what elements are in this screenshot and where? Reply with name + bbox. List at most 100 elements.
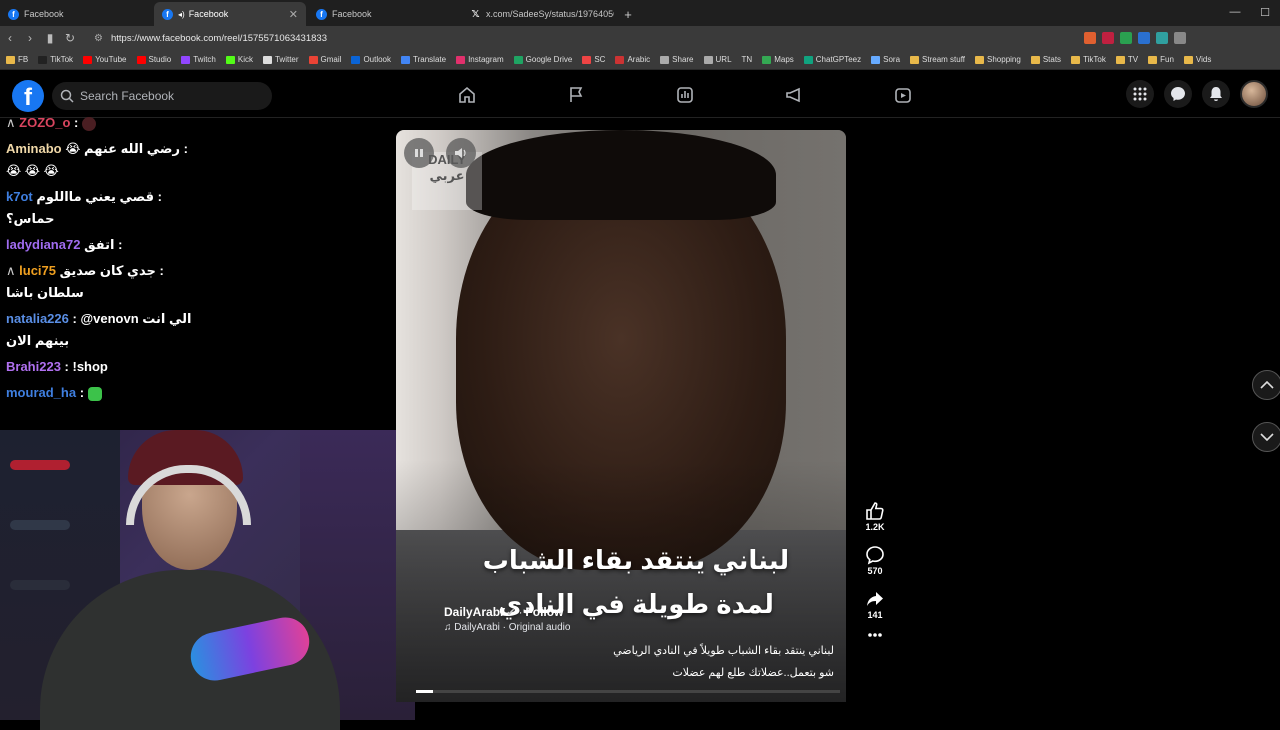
bookmark-item[interactable]: Sora <box>871 55 900 64</box>
share-icon <box>660 55 670 64</box>
folder-icon <box>1071 55 1081 64</box>
extension-icon[interactable] <box>1138 32 1150 44</box>
reel-description: لبناني ينتقد بقاء الشباب طويلاً في الناد… <box>534 640 834 684</box>
bookmark-item[interactable]: Stream stuff <box>910 55 965 64</box>
close-tab-icon[interactable]: ✕ <box>289 8 298 21</box>
owner-name[interactable]: DailyArabi <box>444 605 503 619</box>
bookmark-item[interactable]: TN <box>742 55 753 64</box>
emote-icon <box>87 386 102 401</box>
browser-tab-active[interactable]: f ◂) Facebook ✕ <box>154 2 306 26</box>
messenger-button[interactable] <box>1164 80 1192 108</box>
profile-avatar[interactable] <box>1240 80 1268 108</box>
pages-tab[interactable] <box>521 82 630 108</box>
extensions-bar <box>1084 32 1186 44</box>
extension-icon[interactable] <box>1120 32 1132 44</box>
brave-shield-icon[interactable] <box>1084 32 1096 44</box>
previous-reel-button[interactable] <box>1252 370 1280 400</box>
extension-icon[interactable] <box>1102 32 1114 44</box>
forward-icon[interactable]: › <box>20 28 40 48</box>
bookmark-item[interactable]: Twitch <box>181 55 216 64</box>
maximize-icon[interactable]: ☐ <box>1250 0 1280 24</box>
bookmark-item[interactable]: Gmail <box>308 55 341 64</box>
menu-button[interactable] <box>1126 80 1154 108</box>
bookmark-item[interactable]: Translate <box>401 55 446 64</box>
description-line: لبناني ينتقد بقاء الشباب طويلاً في الناد… <box>613 645 834 657</box>
maps-icon <box>762 55 772 64</box>
bookmark-item[interactable]: URL <box>703 55 732 64</box>
pause-button[interactable] <box>404 138 434 168</box>
bookmark-item[interactable]: TikTok <box>38 55 73 64</box>
bookmark-item[interactable]: Outlook <box>351 55 391 64</box>
bookmark-item[interactable]: FB <box>6 55 28 64</box>
reel-actions: 1.2K 570 141 <box>856 500 894 650</box>
stream-chat: ∧ ZOZO_o : Aminabo : رضي الله عنهم 😭 😭 😭… <box>0 110 200 401</box>
facebook-logo[interactable]: f <box>12 80 44 112</box>
campaigns-tab[interactable] <box>739 82 848 108</box>
mute-button[interactable] <box>446 138 476 168</box>
bookmark-item[interactable]: Arabic <box>615 55 650 64</box>
bookmark-item[interactable]: Vids <box>1183 55 1211 64</box>
video-tab[interactable] <box>848 82 957 108</box>
back-icon[interactable]: ‹ <box>0 28 20 48</box>
bookmark-item[interactable]: Fun <box>1148 55 1174 64</box>
home-tab[interactable] <box>412 82 521 108</box>
browser-tab[interactable]: f Facebook <box>308 2 460 26</box>
bookmark-item[interactable]: ChatGPTeez <box>803 55 861 64</box>
search-input[interactable] <box>80 89 250 103</box>
bookmark-item[interactable]: Shopping <box>975 55 1021 64</box>
bookmark-item[interactable]: Google Drive <box>513 55 572 64</box>
bookmark-item[interactable]: Stats <box>1030 55 1061 64</box>
browser-tab[interactable]: 𝕏x.com/SadeeSy/status/19764056591 <box>462 2 614 26</box>
follow-button[interactable]: Follow <box>525 605 563 619</box>
chat-message: Aminabo : رضي الله عنهم 😭 😭 😭 😭 <box>0 136 200 184</box>
like-button[interactable]: 1.2K <box>864 500 886 532</box>
bookmark-item[interactable]: Kick <box>225 55 253 64</box>
bookmark-item[interactable]: SC <box>582 55 605 64</box>
address-bar[interactable]: ⚙ https://www.facebook.com/reel/15755710… <box>88 28 1068 48</box>
browser-tab[interactable]: f Facebook <box>0 2 152 26</box>
reload-icon[interactable]: ↻ <box>60 28 80 48</box>
bookmark-item[interactable]: Instagram <box>456 55 504 64</box>
site-settings-icon[interactable]: ⚙ <box>94 33 103 44</box>
notifications-button[interactable] <box>1202 80 1230 108</box>
chat-message: k7ot : قصي يعني مااللوم حماس؟ <box>0 184 200 232</box>
emote-icon <box>82 116 97 131</box>
extension-icon[interactable] <box>1156 32 1168 44</box>
bookmark-item[interactable]: Studio <box>136 55 171 64</box>
youtube-studio-icon <box>136 55 146 64</box>
bookmark-icon[interactable]: ▮ <box>40 28 60 48</box>
new-tab-button[interactable]: + <box>616 2 640 26</box>
bookmark-item[interactable]: TV <box>1115 55 1138 64</box>
search-box[interactable] <box>52 82 272 110</box>
chat-message: mourad_ha : <box>0 380 200 406</box>
bookmark-item[interactable]: Maps <box>762 55 794 64</box>
youtube-icon <box>83 55 93 64</box>
video-progress-bar[interactable] <box>416 690 840 693</box>
url-icon <box>703 55 713 64</box>
bookmark-item[interactable]: TikTok <box>1071 55 1106 64</box>
bookmark-item[interactable]: YouTube <box>83 55 127 64</box>
puzzle-icon[interactable] <box>1174 32 1186 44</box>
folder-icon <box>6 55 15 64</box>
shelf-item <box>10 580 70 590</box>
comment-button[interactable]: 570 <box>864 544 886 576</box>
grid-menu-icon <box>1133 87 1147 101</box>
minimize-icon[interactable]: — <box>1220 0 1250 24</box>
chat-message: Brahi223 : !shop <box>0 354 200 380</box>
x-icon: 𝕏 <box>471 8 480 20</box>
share-button[interactable]: 141 <box>864 588 886 620</box>
video-icon <box>894 88 911 103</box>
next-reel-button[interactable] <box>1252 422 1280 452</box>
folder-icon <box>910 55 920 64</box>
bookmark-item[interactable]: Share <box>660 55 694 64</box>
facebook-icon: f <box>8 8 19 20</box>
bookmark-item[interactable]: Twitter <box>262 55 299 64</box>
reel-video[interactable]: DAILY عربي لبناني ينتقد بقاء الشباب لمدة… <box>396 130 846 702</box>
reel-owner: DailyArabi ✔ · Follow ♫ DailyArabi · Ori… <box>444 605 571 633</box>
chat-message: natalia226 : @venovn الي انت بينهم الان <box>0 306 200 354</box>
kick-icon <box>225 55 235 64</box>
more-options-button[interactable] <box>867 632 883 638</box>
audio-label[interactable]: DailyArabi · Original audio <box>454 622 570 633</box>
ads-tab[interactable] <box>630 82 739 108</box>
chat-message: ∧ ZOZO_o : <box>0 110 200 136</box>
